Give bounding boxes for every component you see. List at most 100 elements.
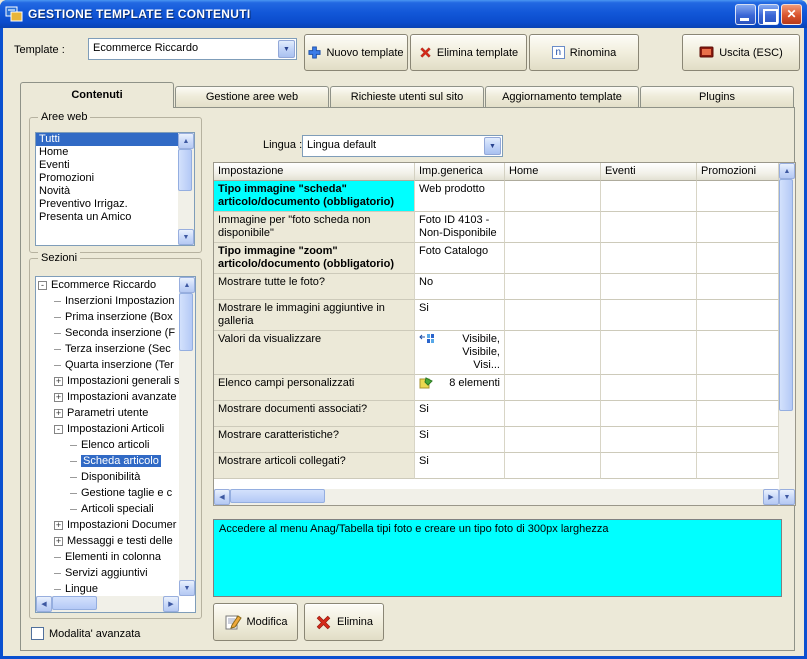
- table-row[interactable]: Mostrare articoli collegati? Si: [214, 453, 779, 479]
- template-select[interactable]: Ecommerce Riccardo: [88, 38, 297, 60]
- scroll-up-icon[interactable]: [779, 163, 795, 179]
- aree-web-listbox: Tutti Home Eventi Promozioni Novità Preventiv…: [35, 132, 195, 246]
- empty-cell: [601, 274, 697, 300]
- modifica-button[interactable]: Modifica: [213, 603, 298, 641]
- tree-item[interactable]: - Ecommerce Riccardo: [36, 277, 179, 293]
- table-row[interactable]: Mostrare le immagini aggiuntive in galle…: [214, 300, 779, 331]
- column-header: Eventi: [601, 163, 697, 181]
- scrollbar-thumb[interactable]: [52, 596, 97, 610]
- rename-button[interactable]: n Rinomina: [529, 34, 639, 71]
- tree-item-label: Inserzioni Impostazion: [65, 295, 175, 307]
- table-row[interactable]: Elenco campi personalizzati 8 elementi: [214, 375, 779, 401]
- tree-item[interactable]: Seconda inserzione (F: [36, 325, 179, 341]
- list-item[interactable]: Promozioni: [36, 172, 178, 185]
- tree-vscrollbar[interactable]: [179, 277, 195, 596]
- tab-plugins[interactable]: Plugins: [640, 86, 794, 107]
- list-item[interactable]: Eventi: [36, 159, 178, 172]
- aree-web-scrollbar[interactable]: [178, 133, 194, 245]
- maximize-button[interactable]: [758, 3, 779, 25]
- tree-item[interactable]: Lingue: [36, 581, 179, 596]
- checkbox-icon[interactable]: [31, 627, 44, 640]
- table-row[interactable]: Mostrare caratteristiche? Si: [214, 427, 779, 453]
- tree-item[interactable]: + Parametri utente: [36, 405, 179, 421]
- dropdown-arrow-icon[interactable]: [278, 40, 295, 58]
- scroll-up-icon[interactable]: [178, 133, 194, 149]
- table-row[interactable]: Tipo immagine "zoom" articolo/documento …: [214, 243, 779, 274]
- scrollbar-track[interactable]: [230, 489, 763, 505]
- tab-gestione-aree-web[interactable]: Gestione aree web: [175, 86, 329, 107]
- tree-item[interactable]: Servizi aggiuntivi: [36, 565, 179, 581]
- tree-expander-icon[interactable]: +: [54, 408, 63, 418]
- scroll-right-icon[interactable]: [763, 489, 779, 505]
- scrollbar-track[interactable]: [779, 179, 795, 489]
- scroll-down-icon[interactable]: [779, 489, 795, 505]
- list-item[interactable]: Tutti: [36, 133, 178, 146]
- list-item[interactable]: Presenta un Amico: [36, 211, 178, 224]
- close-button[interactable]: [781, 3, 802, 25]
- scroll-left-icon[interactable]: [214, 489, 230, 505]
- tree-item[interactable]: + Impostazioni avanzate: [36, 389, 179, 405]
- tree-item[interactable]: Scheda articolo: [36, 453, 179, 469]
- table-row[interactable]: Mostrare documenti associati? Si: [214, 401, 779, 427]
- scrollbar-thumb[interactable]: [779, 179, 793, 411]
- scrollbar-thumb[interactable]: [178, 149, 192, 191]
- table-row[interactable]: Tipo immagine "scheda" articolo/document…: [214, 181, 779, 212]
- advanced-mode-toggle[interactable]: Modalita' avanzata: [31, 627, 140, 640]
- tree-item[interactable]: Elementi in colonna: [36, 549, 179, 565]
- minimize-button[interactable]: [735, 3, 756, 25]
- tree-expander-icon[interactable]: +: [54, 392, 63, 402]
- tree-expander-icon[interactable]: -: [54, 424, 63, 434]
- column-header: Imp.generica: [415, 163, 505, 181]
- elimina-button[interactable]: Elimina: [304, 603, 384, 641]
- lingua-select[interactable]: Lingua default: [302, 135, 503, 157]
- table-row[interactable]: Mostrare tutte le foto? No: [214, 274, 779, 300]
- tree-item[interactable]: Prima inserzione (Box: [36, 309, 179, 325]
- table-vscrollbar[interactable]: [779, 163, 795, 505]
- tree-expander-icon[interactable]: -: [38, 280, 47, 290]
- tab-bar: Contenuti Gestione aree web Richieste uten…: [20, 82, 795, 108]
- scrollbar-track[interactable]: [179, 293, 195, 580]
- tree-item[interactable]: Disponibilità: [36, 469, 179, 485]
- delete-template-button[interactable]: Elimina template: [410, 34, 527, 71]
- tab-contenuti[interactable]: Contenuti: [20, 82, 174, 108]
- scroll-down-icon[interactable]: [178, 229, 194, 245]
- tree-item[interactable]: Gestione taglie e c: [36, 485, 179, 501]
- exit-button[interactable]: Uscita (ESC): [682, 34, 800, 71]
- scroll-up-icon[interactable]: [179, 277, 195, 293]
- tree-item-label: Impostazioni avanzate: [67, 391, 177, 403]
- elimina-label: Elimina: [336, 616, 374, 628]
- tree-item[interactable]: Elenco articoli: [36, 437, 179, 453]
- tree-item[interactable]: + Impostazioni Documer: [36, 517, 179, 533]
- tab-aggiornamento-template[interactable]: Aggiornamento template: [485, 86, 639, 107]
- tree-item[interactable]: Inserzioni Impostazion: [36, 293, 179, 309]
- scroll-down-icon[interactable]: [179, 580, 195, 596]
- new-template-button[interactable]: Nuovo template: [304, 34, 408, 71]
- tree-item[interactable]: + Impostazioni generali s: [36, 373, 179, 389]
- table-hscrollbar[interactable]: [214, 489, 779, 505]
- tree-item[interactable]: + Messaggi e testi delle: [36, 533, 179, 549]
- tree-expander-icon[interactable]: +: [54, 536, 63, 546]
- dropdown-arrow-icon[interactable]: [484, 137, 501, 155]
- tab-richieste-utenti-sul-sito[interactable]: Richieste utenti sul sito: [330, 86, 484, 107]
- scrollbar-thumb[interactable]: [230, 489, 325, 503]
- scrollbar-thumb[interactable]: [179, 293, 193, 351]
- table-row[interactable]: Immagine per "foto scheda non disponibil…: [214, 212, 779, 243]
- table-row[interactable]: Valori da visualizzare Visibile, Visibile…: [214, 331, 779, 375]
- tree-hscrollbar[interactable]: [36, 596, 179, 612]
- tree-item[interactable]: Quarta inserzione (Ter: [36, 357, 179, 373]
- tree-expander-icon[interactable]: +: [54, 376, 63, 386]
- tree-item[interactable]: Articoli speciali: [36, 501, 179, 517]
- scrollbar-track[interactable]: [178, 149, 194, 229]
- tree-item-label: Seconda inserzione (F: [65, 327, 176, 339]
- list-item[interactable]: Preventivo Irrigaz.: [36, 198, 178, 211]
- tree-item[interactable]: Terza inserzione (Sec: [36, 341, 179, 357]
- tree-item[interactable]: - Impostazioni Articoli: [36, 421, 179, 437]
- list-item[interactable]: Home: [36, 146, 178, 159]
- tree-expander-icon[interactable]: +: [54, 520, 63, 530]
- scrollbar-track[interactable]: [52, 596, 163, 612]
- new-template-icon: [308, 46, 322, 59]
- list-item[interactable]: Novità: [36, 185, 178, 198]
- scroll-right-icon[interactable]: [163, 596, 179, 612]
- scroll-left-icon[interactable]: [36, 596, 52, 612]
- values-icon: [419, 333, 435, 349]
